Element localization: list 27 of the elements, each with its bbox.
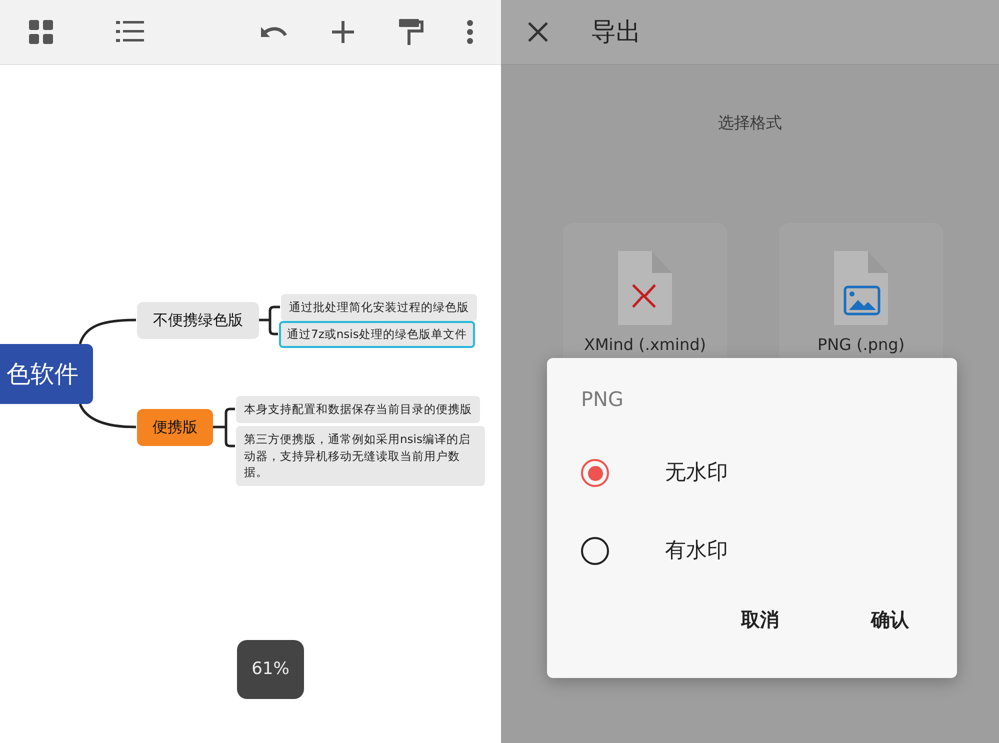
connector-line xyxy=(78,318,136,344)
xmind-file-icon xyxy=(616,249,674,327)
radio-button[interactable] xyxy=(581,537,609,565)
topic-node[interactable]: 便携版 xyxy=(137,409,213,446)
central-topic: 色软件 xyxy=(0,344,93,404)
dialog-title: PNG xyxy=(581,386,625,413)
cancel-button[interactable]: 取消 xyxy=(727,602,793,638)
image-file-icon xyxy=(832,249,890,327)
radio-option[interactable]: 无水印 xyxy=(581,434,728,512)
connector-line xyxy=(78,403,136,428)
subtopic-node[interactable]: 第三方便携版，通常例如采用nsis编译的启动器，支持异机移动无缝读取当前用户数据。 xyxy=(236,426,485,486)
topic-node[interactable]: 不便携绿色版 xyxy=(137,302,259,339)
zoom-level: 61% xyxy=(237,640,304,699)
option-label: 有水印 xyxy=(665,537,728,564)
subtopic-node[interactable]: 本身支持配置和数据保存当前目录的便携版 xyxy=(236,396,480,423)
page-title: 导出 xyxy=(591,16,641,48)
radio-button[interactable] xyxy=(581,459,609,487)
subtopic-node[interactable]: 通过7z或nsis处理的绿色版单文件 xyxy=(279,321,475,348)
option-label: 无水印 xyxy=(665,459,728,486)
format-label: XMind (.xmind) xyxy=(584,334,706,356)
bracket-connector xyxy=(212,408,236,448)
bracket-connector xyxy=(258,306,282,336)
subtopic-node[interactable]: 通过批处理简化安装过程的绿色版 xyxy=(281,294,477,321)
radio-option[interactable]: 有水印 xyxy=(581,512,728,590)
format-label: PNG (.png) xyxy=(817,334,905,356)
section-label: 选择格式 xyxy=(717,112,783,134)
confirm-button[interactable]: 确认 xyxy=(857,602,923,638)
